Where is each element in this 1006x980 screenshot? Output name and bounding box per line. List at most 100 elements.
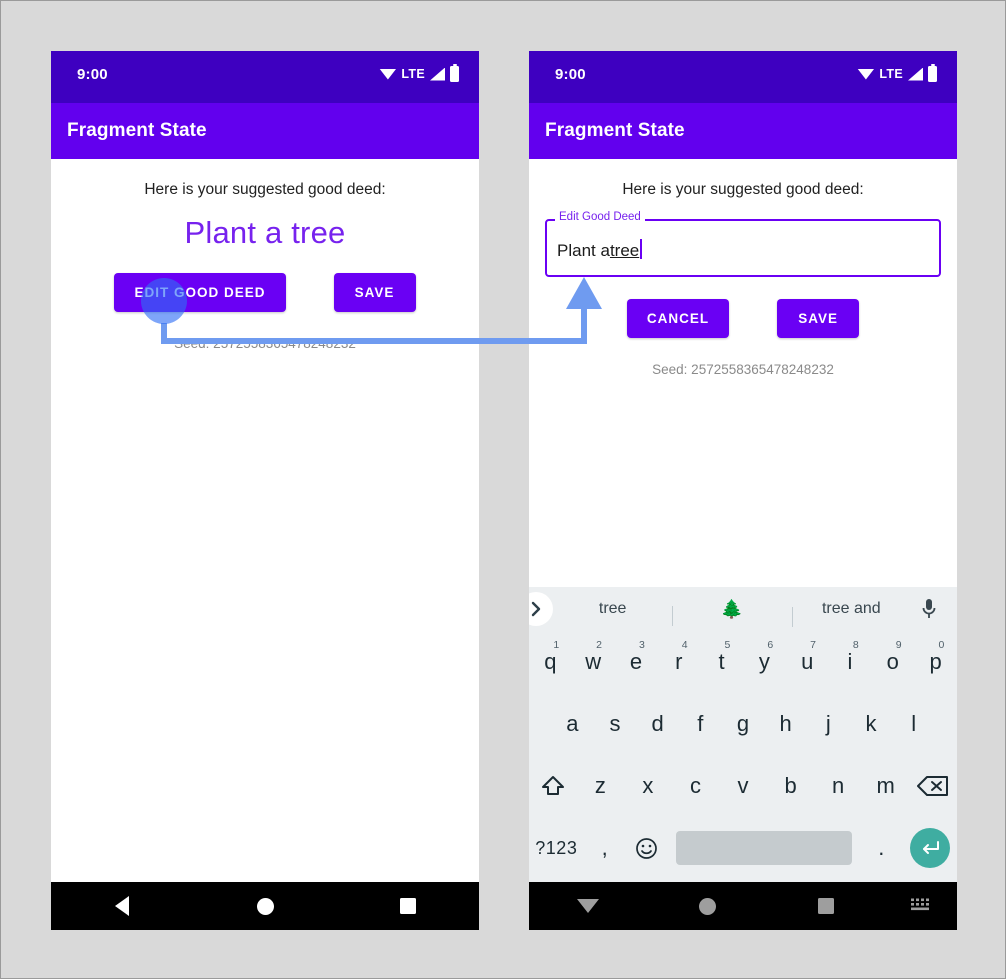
touch-indicator-edit-good-deed (141, 278, 187, 324)
button-row: EDIT GOOD DEED SAVE (51, 273, 479, 312)
suggestion-bar: tree 🌲 tree and (529, 587, 957, 631)
key-n[interactable]: n (814, 755, 862, 817)
app-bar: Fragment State (51, 103, 479, 159)
seed-text: Seed: 2572558365478248232 (174, 336, 356, 351)
app-bar: Fragment State (529, 103, 957, 159)
key-w[interactable]: 2w (572, 631, 615, 693)
key-e[interactable]: 3e (615, 631, 658, 693)
comma-key[interactable]: , (584, 817, 626, 879)
save-button[interactable]: SAVE (777, 299, 860, 338)
key-x[interactable]: x (624, 755, 672, 817)
key-m[interactable]: m (862, 755, 910, 817)
key-a[interactable]: a (551, 693, 594, 755)
key-g[interactable]: g (722, 693, 765, 755)
home-icon (698, 897, 716, 915)
battery-icon (928, 63, 937, 82)
shift-icon (541, 776, 564, 795)
battery-icon (450, 63, 459, 82)
nav-hide-keyboard-button[interactable] (529, 899, 648, 913)
shift-key[interactable] (529, 755, 577, 817)
phone-screen-left: 9:00 LTE Fragment State Here is your sug… (51, 51, 479, 930)
key-r-number: 4 (681, 639, 688, 651)
key-e-number: 3 (638, 639, 645, 651)
emoji-key[interactable] (626, 817, 668, 879)
key-o[interactable]: 9o (871, 631, 914, 693)
keyboard-row-2: a s d f g h j k l (529, 693, 957, 755)
navigation-bar-right (529, 882, 957, 930)
save-button[interactable]: SAVE (333, 273, 416, 312)
key-t-label: t (718, 649, 725, 674)
enter-key[interactable] (902, 817, 957, 879)
prompt-text: Here is your suggested good deed: (144, 181, 386, 198)
backspace-key[interactable] (909, 755, 957, 817)
cancel-button[interactable]: CANCEL (626, 299, 730, 338)
key-r[interactable]: 4r (657, 631, 700, 693)
key-y-number: 6 (767, 639, 774, 651)
back-icon (115, 896, 130, 916)
voice-input-button[interactable] (911, 598, 947, 620)
key-p[interactable]: 0p (914, 631, 957, 693)
key-q-number: 1 (553, 639, 560, 651)
nav-back-button[interactable] (51, 896, 194, 916)
hide-keyboard-icon (577, 899, 600, 913)
nav-home-button[interactable] (648, 897, 767, 915)
suggestion-word-1[interactable]: tree (553, 600, 672, 618)
key-o-number: 9 (895, 639, 902, 651)
keyboard-row-1: 1q 2w 3e 4r 5t 6y 7u 8i 9o 0p (529, 631, 957, 693)
soft-keyboard: tree 🌲 tree and 1q 2w 3e 4r 5 t 6 y 7 u … (529, 587, 957, 882)
key-d[interactable]: d (636, 693, 679, 755)
key-s[interactable]: s (594, 693, 637, 755)
key-v[interactable]: v (719, 755, 767, 817)
key-y-label: y (758, 649, 770, 674)
status-icons: LTE (857, 63, 937, 84)
space-key[interactable] (675, 831, 853, 865)
edit-good-deed-button[interactable]: EDIT GOOD DEED (114, 273, 286, 312)
seed-text: Seed: 2572558365478248232 (652, 362, 834, 377)
text-cursor (640, 239, 643, 259)
key-z[interactable]: z (577, 755, 625, 817)
nav-recents-button[interactable] (767, 898, 886, 914)
key-o-label: o (886, 649, 899, 674)
key-i[interactable]: 8i (829, 631, 872, 693)
nav-keyboard-indicator[interactable] (886, 897, 957, 915)
good-deed-text: Plant a tree (184, 215, 346, 250)
app-title: Fragment State (545, 120, 685, 141)
period-key[interactable]: . (860, 817, 902, 879)
signal-icon (430, 67, 445, 81)
phone-screen-right: 9:00 LTE Fragment State Here is your sug… (529, 51, 957, 930)
key-u[interactable]: 7u (786, 631, 829, 693)
network-label: LTE (401, 67, 425, 81)
main-content-left: Here is your suggested good deed: Plant … (51, 159, 479, 351)
network-label: LTE (879, 67, 903, 81)
key-b[interactable]: b (767, 755, 815, 817)
key-y[interactable]: 6y (743, 631, 786, 693)
backspace-icon (917, 776, 949, 796)
microphone-icon (922, 599, 936, 618)
expand-suggestions-button[interactable] (529, 592, 553, 626)
edit-good-deed-field[interactable]: Edit Good Deed Plant a tree (545, 210, 941, 277)
suggestion-word-2[interactable]: tree and (791, 600, 911, 627)
enter-key-circle (909, 828, 950, 868)
wifi-icon (379, 68, 397, 80)
key-p-number: 0 (938, 639, 945, 651)
key-i-number: 8 (852, 639, 859, 651)
key-t-number: 5 (724, 639, 731, 651)
nav-recents-button[interactable] (336, 898, 479, 914)
key-j[interactable]: j (807, 693, 850, 755)
key-h[interactable]: h (764, 693, 807, 755)
prompt-text: Here is your suggested good deed: (622, 181, 864, 198)
keyboard-row-4: ?123 , . (529, 817, 957, 879)
key-t[interactable]: 5t (700, 631, 743, 693)
key-c[interactable]: c (672, 755, 720, 817)
key-k[interactable]: k (850, 693, 893, 755)
enter-icon (922, 841, 939, 854)
nav-home-button[interactable] (194, 897, 337, 915)
navigation-bar-left (51, 882, 479, 930)
suggestion-emoji[interactable]: 🌲 (672, 599, 791, 626)
key-f[interactable]: f (679, 693, 722, 755)
screenshot-canvas: 9:00 LTE Fragment State Here is your sug… (0, 0, 1006, 979)
key-r-label: r (675, 649, 683, 674)
key-l[interactable]: l (892, 693, 935, 755)
symbols-key[interactable]: ?123 (529, 817, 584, 879)
key-q[interactable]: 1q (529, 631, 572, 693)
